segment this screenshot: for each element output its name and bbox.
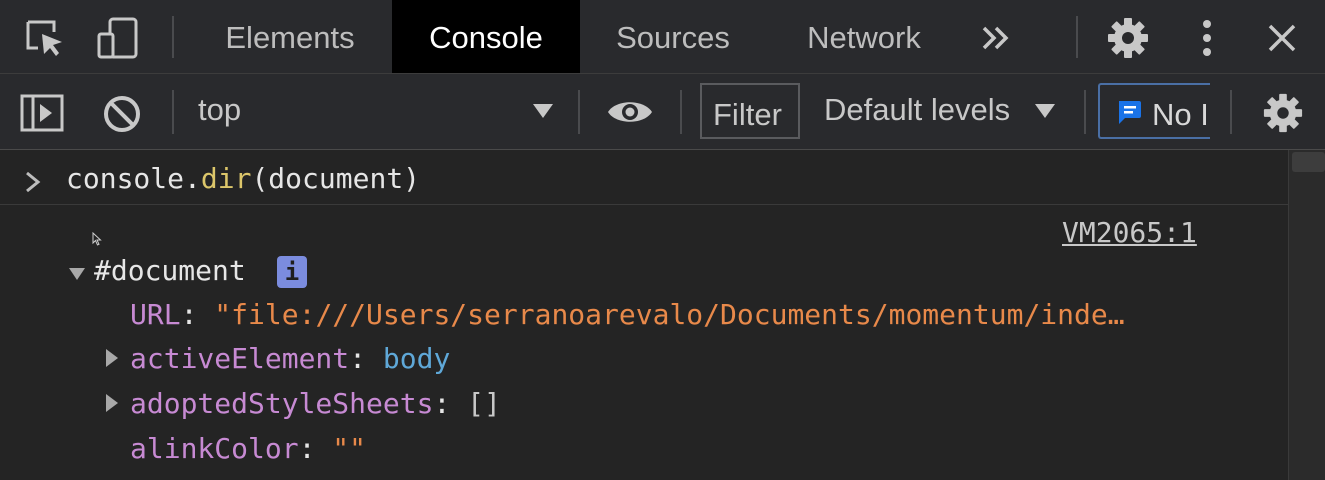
property-key: activeElement [130, 342, 350, 375]
console-output[interactable]: console.dir(document) VM2065:1 #document… [0, 150, 1288, 480]
context-selector[interactable]: top [182, 74, 568, 149]
property-row-url[interactable]: URL: "file:///Users/serranoarevalo/Docum… [130, 298, 1210, 331]
console-toolbar: top Filter Default levels No I [0, 74, 1325, 150]
expand-triangle-right-icon[interactable] [104, 393, 120, 413]
command-args: (document) [251, 162, 421, 195]
chevron-down-icon [1035, 104, 1055, 118]
kebab-menu-icon[interactable] [1196, 18, 1218, 58]
message-icon [1119, 101, 1141, 124]
message-divider [0, 204, 1288, 205]
toolbar-separator [172, 90, 174, 134]
show-sidebar-icon[interactable] [20, 94, 64, 132]
tree-root-document[interactable]: #document [94, 254, 246, 287]
property-value: "" [332, 432, 367, 465]
property-row-alinkcolor[interactable]: alinkColor: "" [130, 432, 366, 465]
property-value: [] [467, 387, 501, 420]
tab-network[interactable]: Network [782, 0, 946, 73]
more-tabs-icon[interactable] [980, 24, 1012, 52]
property-key: alinkColor [130, 432, 299, 465]
property-key: adoptedStyleSheets [130, 387, 434, 420]
settings-gear-icon[interactable] [1106, 16, 1150, 60]
tabbar-separator [172, 16, 174, 58]
property-value: "file:///Users/serranoarevalo/Documents/… [214, 298, 1125, 331]
property-row-adoptedstylesheets[interactable]: adoptedStyleSheets: [] [130, 387, 501, 420]
devtools-tabbar: Elements Console Sources Network [0, 0, 1325, 74]
log-levels-label: Default levels [824, 92, 1011, 127]
chevron-down-icon [533, 104, 553, 118]
log-levels-dropdown[interactable]: Default levels [812, 74, 1068, 149]
tab-console[interactable]: Console [392, 0, 580, 73]
property-separator: : [298, 432, 333, 465]
device-toolbar-icon[interactable] [96, 16, 142, 62]
console-scrollbar-thumb[interactable] [1292, 152, 1325, 172]
toolbar-separator [1084, 90, 1086, 134]
expand-triangle-right-icon[interactable] [104, 348, 120, 368]
property-separator: : [349, 342, 383, 375]
mouse-cursor-icon [92, 232, 102, 246]
clear-console-icon[interactable] [102, 94, 142, 134]
toolbar-separator [680, 90, 682, 134]
command-dot: . [184, 162, 201, 195]
source-location-link[interactable]: VM2065:1 [1062, 216, 1197, 249]
property-separator: : [180, 298, 215, 331]
close-icon[interactable] [1266, 22, 1298, 54]
console-scrollbar[interactable] [1288, 150, 1325, 480]
property-row-activeelement[interactable]: activeElement: body [130, 342, 450, 375]
console-input-command: console.dir(document) [66, 162, 420, 195]
live-expression-eye-icon[interactable] [606, 96, 654, 128]
toolbar-separator [578, 90, 580, 134]
expand-triangle-down-icon[interactable] [68, 266, 86, 282]
filter-input[interactable]: Filter [700, 83, 800, 139]
property-key: URL [130, 298, 181, 331]
filter-placeholder: Filter [713, 97, 782, 132]
command-object: console [66, 162, 185, 195]
tabbar-separator-right [1076, 16, 1078, 58]
prompt-chevron-icon [26, 171, 41, 193]
info-badge-label: i [284, 258, 300, 286]
issues-button[interactable]: No I [1098, 83, 1210, 139]
inspect-element-icon[interactable] [24, 18, 66, 60]
toolbar-separator [1230, 90, 1232, 134]
tab-elements[interactable]: Elements [200, 0, 380, 73]
info-badge[interactable]: i [277, 256, 307, 288]
property-value: body [382, 342, 451, 375]
issues-label: No I [1152, 97, 1209, 132]
tab-sources[interactable]: Sources [590, 0, 756, 73]
property-separator: : [433, 387, 468, 420]
context-selector-label: top [198, 92, 242, 127]
console-settings-gear-icon[interactable] [1262, 92, 1304, 134]
command-function: dir [200, 162, 252, 195]
